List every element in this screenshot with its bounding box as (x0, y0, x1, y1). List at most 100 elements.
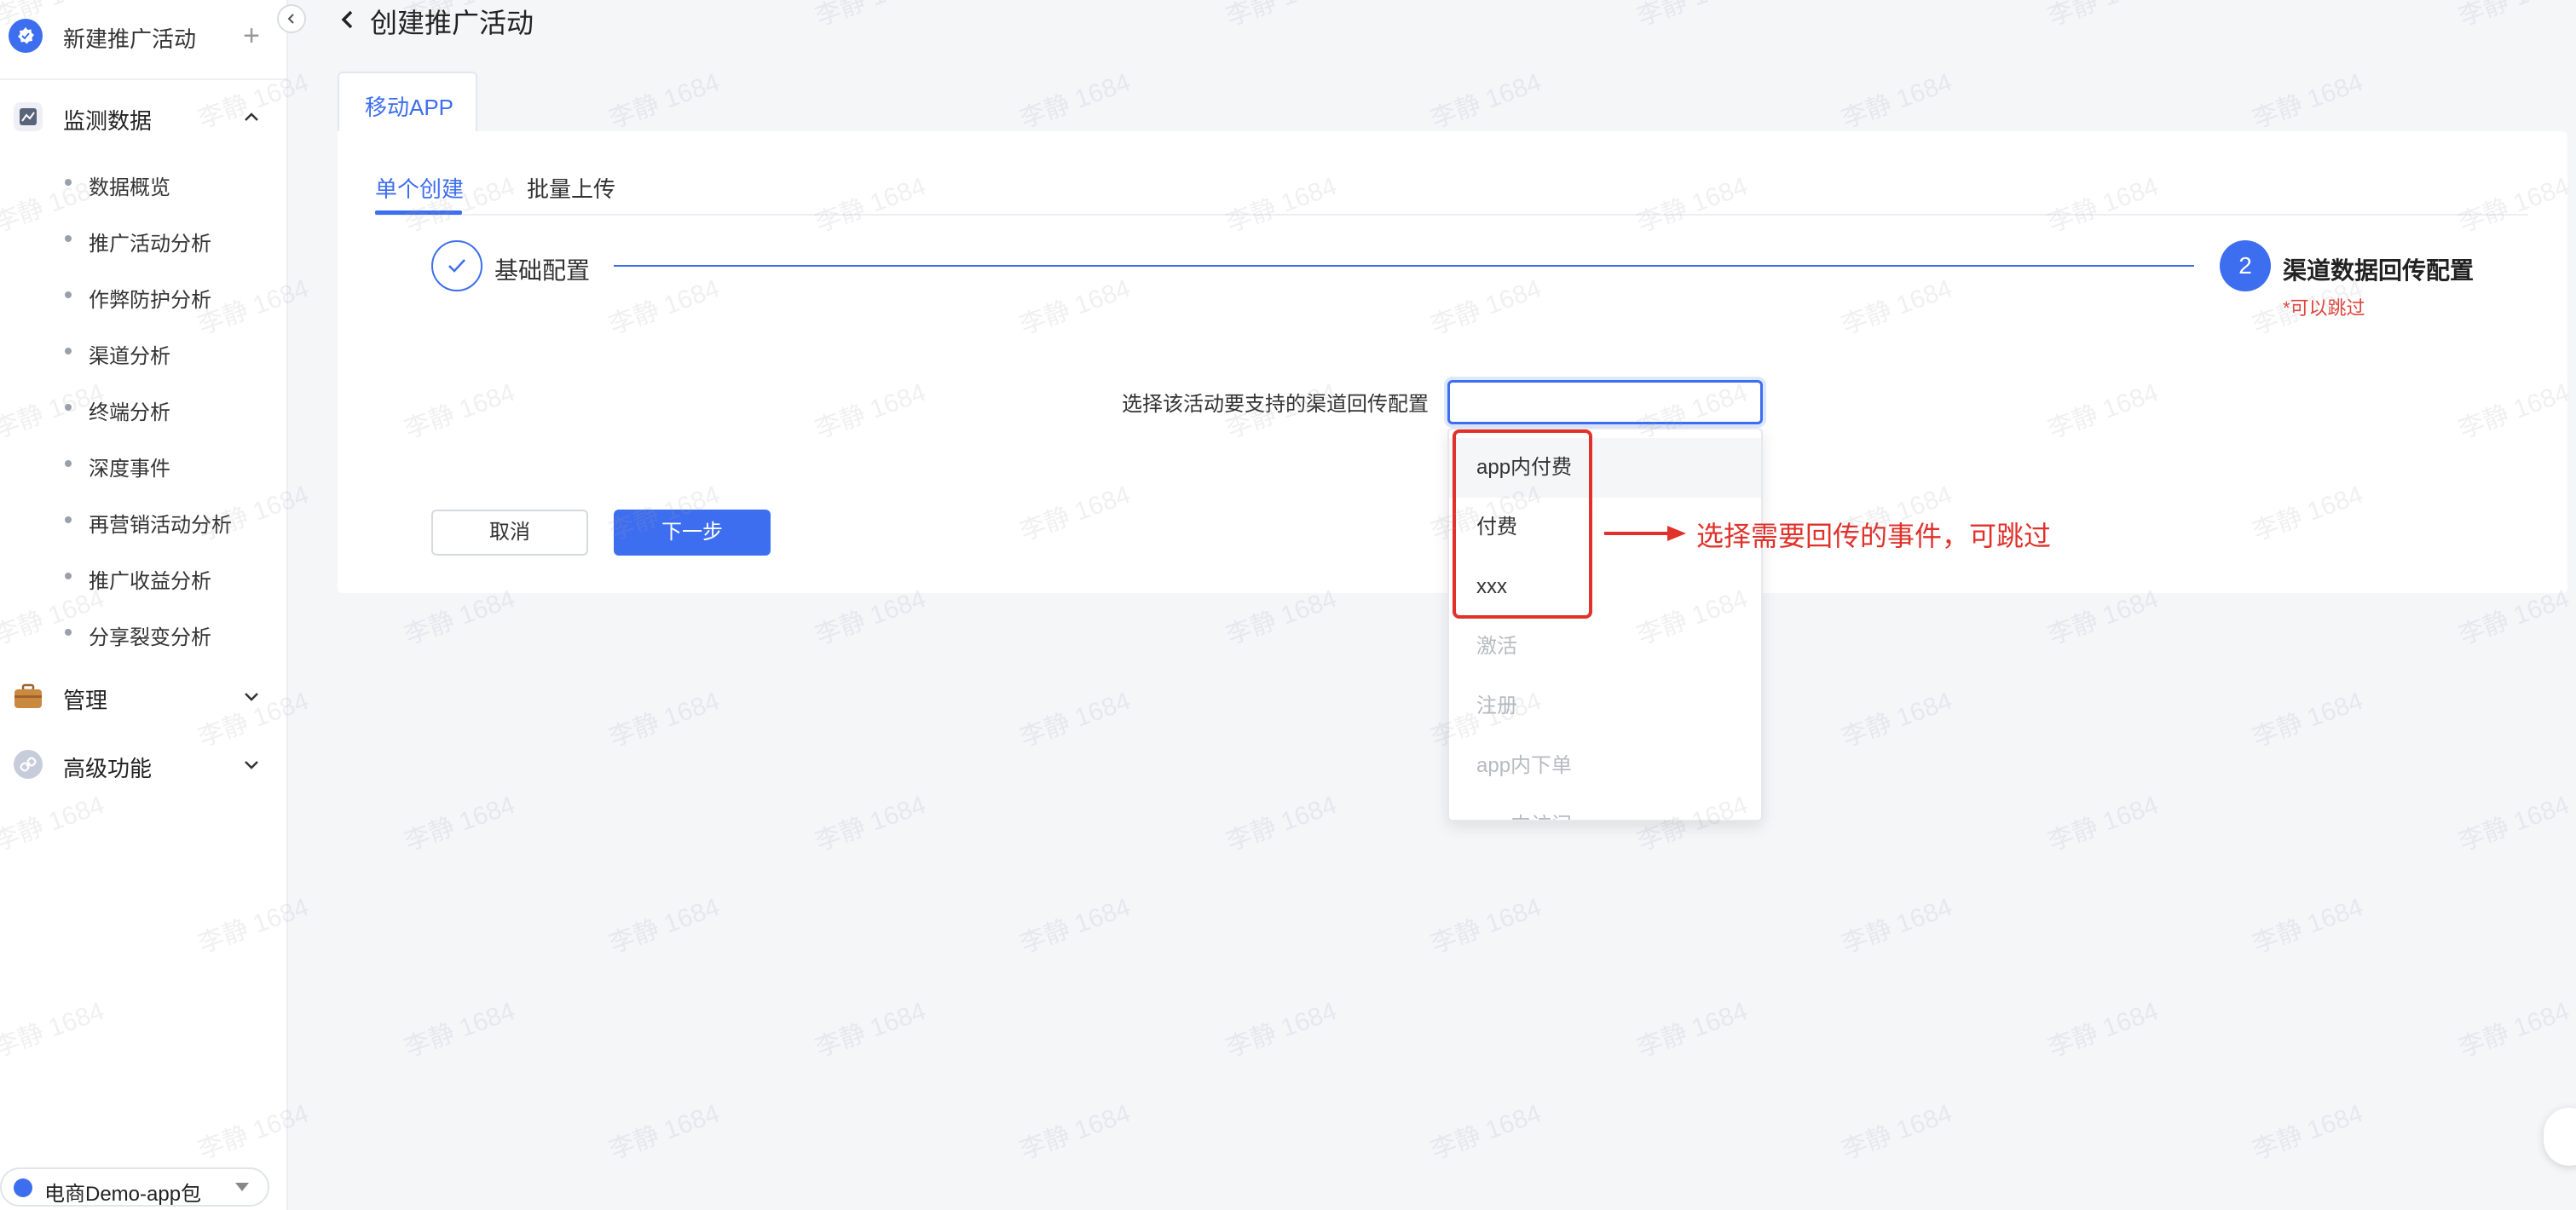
watermark-text: 李静 1684 (2249, 892, 2367, 959)
callback-config-select[interactable] (1447, 380, 1763, 424)
watermark-text: 李静 1684 (605, 67, 724, 135)
app-switcher[interactable]: 电商Demo-app包 (0, 1167, 269, 1207)
step-1-label: 基础配置 (494, 257, 591, 284)
watermark-text: 李静 1684 (2455, 0, 2574, 34)
watermark-text: 李静 1684 (1222, 790, 1341, 857)
sidebar-item-label: 再营销活动分析 (89, 514, 232, 537)
chevron-up-icon[interactable] (239, 104, 264, 130)
watermark-text: 李静 1684 (1222, 584, 1341, 651)
watermark-text: 李静 1684 (2249, 686, 2367, 753)
watermark-text: 李静 1684 (1016, 1098, 1135, 1166)
watermark-text: 李静 1684 (2044, 584, 2163, 651)
new-campaign-label: 新建推广活动 (63, 26, 197, 52)
tab-batch-upload[interactable]: 批量上传 (527, 172, 615, 204)
dropdown-option-disabled: 注册 (1476, 694, 1517, 717)
watermark-text: 李静 1684 (1222, 0, 1342, 34)
app-icon (14, 1178, 32, 1197)
sidebar-item-label: 渠道分析 (89, 345, 170, 368)
collapse-sidebar-button[interactable] (277, 4, 306, 33)
sidebar-item-device-analysis[interactable]: 终端分析 (0, 385, 288, 428)
check-icon (448, 259, 465, 273)
sidebar-group-advanced[interactable]: 高级功能 (0, 740, 288, 787)
tab-mobile-app[interactable]: 移动APP (338, 72, 477, 133)
watermark-text: 李静 1684 (2249, 1098, 2367, 1166)
new-campaign-entry[interactable]: 新建推广活动 + (0, 0, 288, 75)
watermark-text: 李静 1684 (1427, 67, 1545, 135)
watermark-text: 李静 1684 (1427, 1098, 1545, 1166)
briefcase-icon (14, 682, 43, 711)
sidebar-item-overview[interactable]: 数据概览 (0, 160, 288, 203)
cancel-button[interactable]: 取消 (431, 510, 588, 556)
next-step-button[interactable]: 下一步 (614, 510, 771, 556)
annotation-text: 选择需要回传的事件，可跳过 (1696, 521, 2052, 551)
chevron-down-icon[interactable] (239, 752, 264, 777)
bullet-icon (65, 235, 72, 242)
annotation-arrow-icon (1604, 526, 1686, 541)
dropdown-option-disabled: 激活 (1476, 635, 1517, 658)
dropdown-option-disabled: app内下单 (1476, 754, 1573, 777)
watermark-text: 李静 1684 (2249, 67, 2367, 135)
dropdown-option-disabled: app内访问 (1449, 796, 1761, 820)
watermark-text: 李静 1684 (2044, 790, 2163, 857)
add-icon[interactable]: + (239, 19, 264, 53)
bullet-icon (65, 460, 72, 467)
tab-label: 移动APP (365, 95, 454, 120)
watermark-text: 李静 1684 (401, 790, 519, 857)
chevron-down-icon[interactable] (239, 683, 264, 709)
sidebar-item-label: 推广活动分析 (89, 233, 211, 256)
new-campaign-icon (9, 19, 43, 53)
watermark-text: 李静 1684 (2455, 584, 2573, 651)
sidebar-group-label: 监测数据 (63, 108, 153, 134)
step-connector (614, 265, 2194, 267)
sidebar-item-remarketing-analysis[interactable]: 再营销活动分析 (0, 498, 288, 540)
bullet-icon (65, 516, 72, 523)
floating-help-button[interactable] (2544, 1108, 2576, 1166)
link-icon (14, 750, 43, 779)
callback-config-label: 选择该活动要支持的渠道回传配置 (1122, 393, 1429, 416)
step-1-indicator (431, 240, 482, 291)
back-arrow-icon[interactable] (336, 5, 358, 34)
watermark-text: 李静 1684 (401, 996, 519, 1063)
watermark-text: 李静 1684 (1427, 892, 1545, 959)
sidebar-divider (0, 78, 288, 80)
watermark-text: 李静 1684 (1633, 0, 1753, 34)
sidebar-item-channel-analysis[interactable]: 渠道分析 (0, 329, 288, 372)
watermark-text: 李静 1684 (605, 686, 724, 753)
watermark-text: 李静 1684 (1222, 996, 1341, 1063)
watermark-text: 李静 1684 (811, 0, 931, 34)
page-title: 创建推广活动 (370, 8, 534, 38)
bullet-icon (65, 629, 72, 636)
step-2-note: *可以跳过 (2283, 297, 2365, 319)
sidebar: 新建推广活动 + 监测数据 数据概览 推广活动分析 作弊防护分析 渠道分析 终端… (0, 0, 288, 1210)
sidebar-item-label: 终端分析 (89, 401, 170, 424)
watermark-text: 李静 1684 (1838, 686, 1956, 753)
step-2-indicator: 2 (2220, 240, 2271, 291)
sidebar-item-label: 数据概览 (89, 176, 170, 199)
sidebar-item-revenue-analysis[interactable]: 推广收益分析 (0, 554, 288, 596)
sidebar-item-label: 深度事件 (89, 458, 170, 481)
chart-icon (14, 102, 43, 131)
watermark-text: 李静 1684 (1016, 892, 1135, 959)
sidebar-item-deep-events[interactable]: 深度事件 (0, 441, 288, 484)
sidebar-group-monitor[interactable]: 监测数据 (0, 92, 288, 140)
sidebar-item-label: 推广收益分析 (89, 570, 211, 593)
watermark-text: 李静 1684 (1016, 686, 1135, 753)
caret-down-icon (235, 1183, 249, 1191)
bullet-icon (65, 179, 72, 186)
watermark-text: 李静 1684 (811, 790, 930, 857)
chevron-left-icon (287, 14, 294, 24)
watermark-text: 李静 1684 (1838, 1098, 1956, 1166)
watermark-text: 李静 1684 (1838, 67, 1956, 135)
bullet-icon (65, 404, 72, 411)
sidebar-group-manage[interactable]: 管理 (0, 671, 288, 719)
tabs-divider (375, 214, 2528, 216)
sidebar-item-share-analysis[interactable]: 分享裂变分析 (0, 610, 288, 653)
watermark-text: 李静 1684 (2044, 0, 2163, 34)
watermark-text: 李静 1684 (2455, 790, 2573, 857)
tab-single-create[interactable]: 单个创建 (375, 172, 464, 204)
sidebar-item-campaign-analysis[interactable]: 推广活动分析 (0, 216, 288, 259)
bullet-icon (65, 348, 72, 354)
watermark-text: 李静 1684 (2044, 996, 2163, 1063)
watermark-text: 李静 1684 (605, 892, 724, 959)
sidebar-item-fraud-analysis[interactable]: 作弊防护分析 (0, 273, 288, 315)
